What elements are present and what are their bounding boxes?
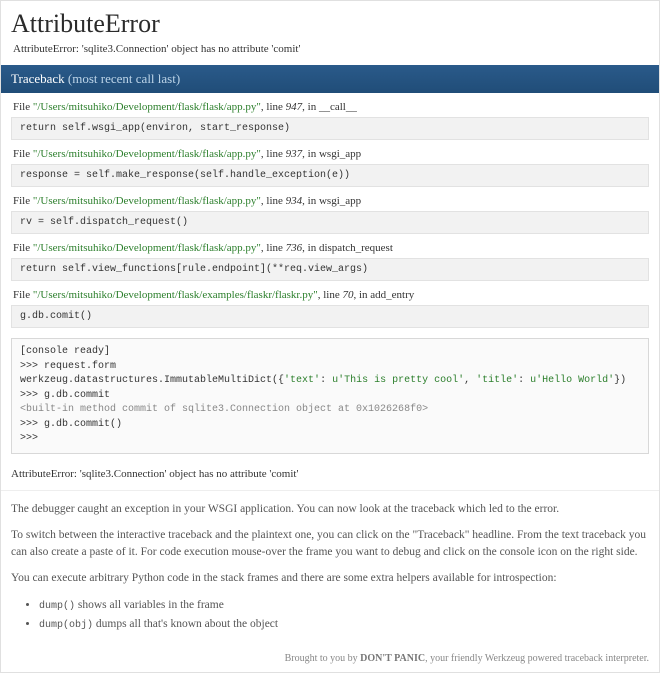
console-text: : xyxy=(518,375,530,386)
explain-p1: The debugger caught an exception in your… xyxy=(11,501,649,518)
console-output: <built-in method commit of sqlite3.Conne… xyxy=(20,404,428,415)
frame-in-word: , in xyxy=(302,101,319,113)
frame-in-word: , in xyxy=(302,148,319,160)
frame-line-word: , line xyxy=(261,242,286,254)
helper-code: dump() xyxy=(39,601,75,612)
traceback-frame[interactable]: File "/Users/mitsuhiko/Development/flask… xyxy=(11,193,649,234)
traceback-frame[interactable]: File "/Users/mitsuhiko/Development/flask… xyxy=(11,287,649,328)
frame-prefix: File xyxy=(13,148,33,160)
credits-brand: DON'T PANIC xyxy=(360,653,425,664)
frame-line-number: 934 xyxy=(286,195,303,207)
frame-source-line: File "/Users/mitsuhiko/Development/flask… xyxy=(11,99,649,117)
frame-source-line: File "/Users/mitsuhiko/Development/flask… xyxy=(11,193,649,211)
console-line: >>> g.db.commit() xyxy=(20,419,122,430)
frame-source-line: File "/Users/mitsuhiko/Development/flask… xyxy=(11,287,649,305)
frame-function: add_entry xyxy=(370,289,414,301)
frame-function: dispatch_request xyxy=(319,242,393,254)
console-text: : xyxy=(320,375,332,386)
frame-line-word: , line xyxy=(318,289,343,301)
console-key: 'title' xyxy=(476,375,518,386)
footer-error: AttributeError: 'sqlite3.Connection' obj… xyxy=(1,464,659,490)
helper-desc: dumps all that's known about the object xyxy=(93,618,278,630)
explain-p2: To switch between the interactive traceb… xyxy=(11,527,649,562)
traceback-label: Traceback xyxy=(11,71,65,86)
frame-in-word: , in xyxy=(302,242,319,254)
frame-line-word: , line xyxy=(261,101,286,113)
frame-in-word: , in xyxy=(353,289,370,301)
frame-prefix: File xyxy=(13,242,33,254)
debug-console[interactable]: [console ready] >>> request.form werkzeu… xyxy=(11,338,649,454)
frame-function: wsgi_app xyxy=(319,195,361,207)
traceback-frame[interactable]: File "/Users/mitsuhiko/Development/flask… xyxy=(11,99,649,140)
credits-text: , your friendly Werkzeug powered traceba… xyxy=(425,653,649,664)
frame-path: "/Users/mitsuhiko/Development/flask/exam… xyxy=(33,289,318,301)
traceback-frame[interactable]: File "/Users/mitsuhiko/Development/flask… xyxy=(11,240,649,281)
console-prompt[interactable]: >>> xyxy=(20,433,38,444)
console-text: , xyxy=(464,375,476,386)
frame-line-number: 937 xyxy=(286,148,303,160)
traceback-frame[interactable]: File "/Users/mitsuhiko/Development/flask… xyxy=(11,146,649,187)
console-text: }) xyxy=(614,375,626,386)
explanation: The debugger caught an exception in your… xyxy=(1,490,659,648)
helper-code: dump(obj) xyxy=(39,620,93,631)
frame-line-word: , line xyxy=(261,195,286,207)
frame-prefix: File xyxy=(13,101,33,113)
frame-path: "/Users/mitsuhiko/Development/flask/flas… xyxy=(33,242,261,254)
frame-line-word: , line xyxy=(261,148,286,160)
frame-line-number: 736 xyxy=(286,242,303,254)
frame-code[interactable]: rv = self.dispatch_request() xyxy=(11,211,649,234)
helper-list: dump() shows all variables in the frame … xyxy=(39,597,649,634)
frame-code[interactable]: return self.wsgi_app(environ, start_resp… xyxy=(11,117,649,140)
traceback-note: (most recent call last) xyxy=(68,71,180,86)
frame-code[interactable]: response = self.make_response(self.handl… xyxy=(11,164,649,187)
console-key: 'text' xyxy=(284,375,320,386)
frame-prefix: File xyxy=(13,289,33,301)
frame-function: wsgi_app xyxy=(319,148,361,160)
list-item: dump(obj) dumps all that's known about t… xyxy=(39,616,649,633)
helper-desc: shows all variables in the frame xyxy=(75,599,224,611)
credits: Brought to you by DON'T PANIC, your frie… xyxy=(1,647,659,672)
frame-prefix: File xyxy=(13,195,33,207)
frame-source-line: File "/Users/mitsuhiko/Development/flask… xyxy=(11,240,649,258)
list-item: dump() shows all variables in the frame xyxy=(39,597,649,614)
console-value: u'Hello World' xyxy=(530,375,614,386)
console-value: u'This is pretty cool' xyxy=(332,375,464,386)
debugger-page: AttributeError AttributeError: 'sqlite3.… xyxy=(0,0,660,673)
console-text: werkzeug.datastructures.ImmutableMultiDi… xyxy=(20,375,284,386)
frame-in-word: , in xyxy=(302,195,319,207)
frame-path: "/Users/mitsuhiko/Development/flask/flas… xyxy=(33,148,261,160)
credits-text: Brought to you by xyxy=(285,653,361,664)
console-line: >>> request.form xyxy=(20,361,116,372)
explain-p3: You can execute arbitrary Python code in… xyxy=(11,570,649,587)
frame-code[interactable]: g.db.comit() xyxy=(11,305,649,328)
console-line: [console ready] xyxy=(20,346,110,357)
frame-line-number: 947 xyxy=(286,101,303,113)
frame-path: "/Users/mitsuhiko/Development/flask/flas… xyxy=(33,195,261,207)
traceback-frames: File "/Users/mitsuhiko/Development/flask… xyxy=(1,93,659,336)
frame-code[interactable]: return self.view_functions[rule.endpoint… xyxy=(11,258,649,281)
console-line: werkzeug.datastructures.ImmutableMultiDi… xyxy=(20,375,626,386)
frame-function: __call__ xyxy=(319,101,357,113)
traceback-header[interactable]: Traceback (most recent call last) xyxy=(1,65,659,93)
frame-line-number: 70 xyxy=(342,289,353,301)
page-title: AttributeError xyxy=(1,1,659,43)
frame-path: "/Users/mitsuhiko/Development/flask/flas… xyxy=(33,101,261,113)
error-subtitle: AttributeError: 'sqlite3.Connection' obj… xyxy=(1,43,659,65)
console-line: >>> g.db.commit xyxy=(20,390,110,401)
frame-source-line: File "/Users/mitsuhiko/Development/flask… xyxy=(11,146,649,164)
